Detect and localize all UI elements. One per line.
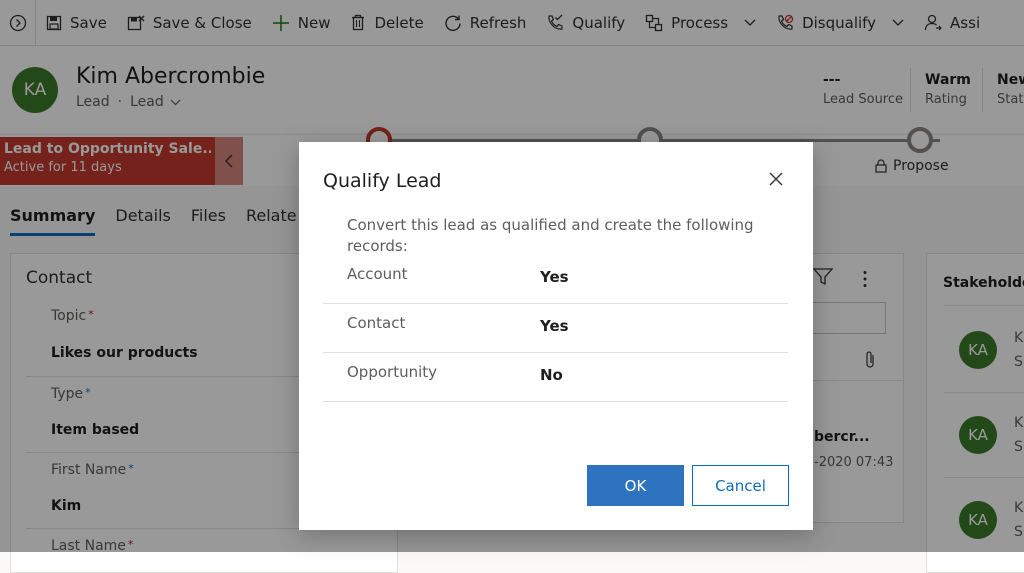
cancel-button[interactable]: Cancel <box>692 465 789 506</box>
row-value: Yes <box>540 317 569 335</box>
qualify-lead-dialog: Qualify Lead Convert this lead as qualif… <box>299 142 813 530</box>
dialog-row-account: Account Yes <box>323 255 788 304</box>
ok-button[interactable]: OK <box>587 465 684 506</box>
row-value: No <box>540 366 563 384</box>
row-label: Account <box>347 265 408 283</box>
row-value: Yes <box>540 268 569 286</box>
row-label: Opportunity <box>347 363 438 381</box>
dialog-row-opportunity: Opportunity No <box>323 353 788 402</box>
dialog-description: Convert this lead as qualified and creat… <box>347 216 754 255</box>
close-icon <box>769 172 783 186</box>
close-button[interactable] <box>763 166 789 192</box>
dialog-row-contact: Contact Yes <box>323 304 788 353</box>
dialog-title: Qualify Lead <box>323 170 442 192</box>
row-label: Contact <box>347 314 406 332</box>
